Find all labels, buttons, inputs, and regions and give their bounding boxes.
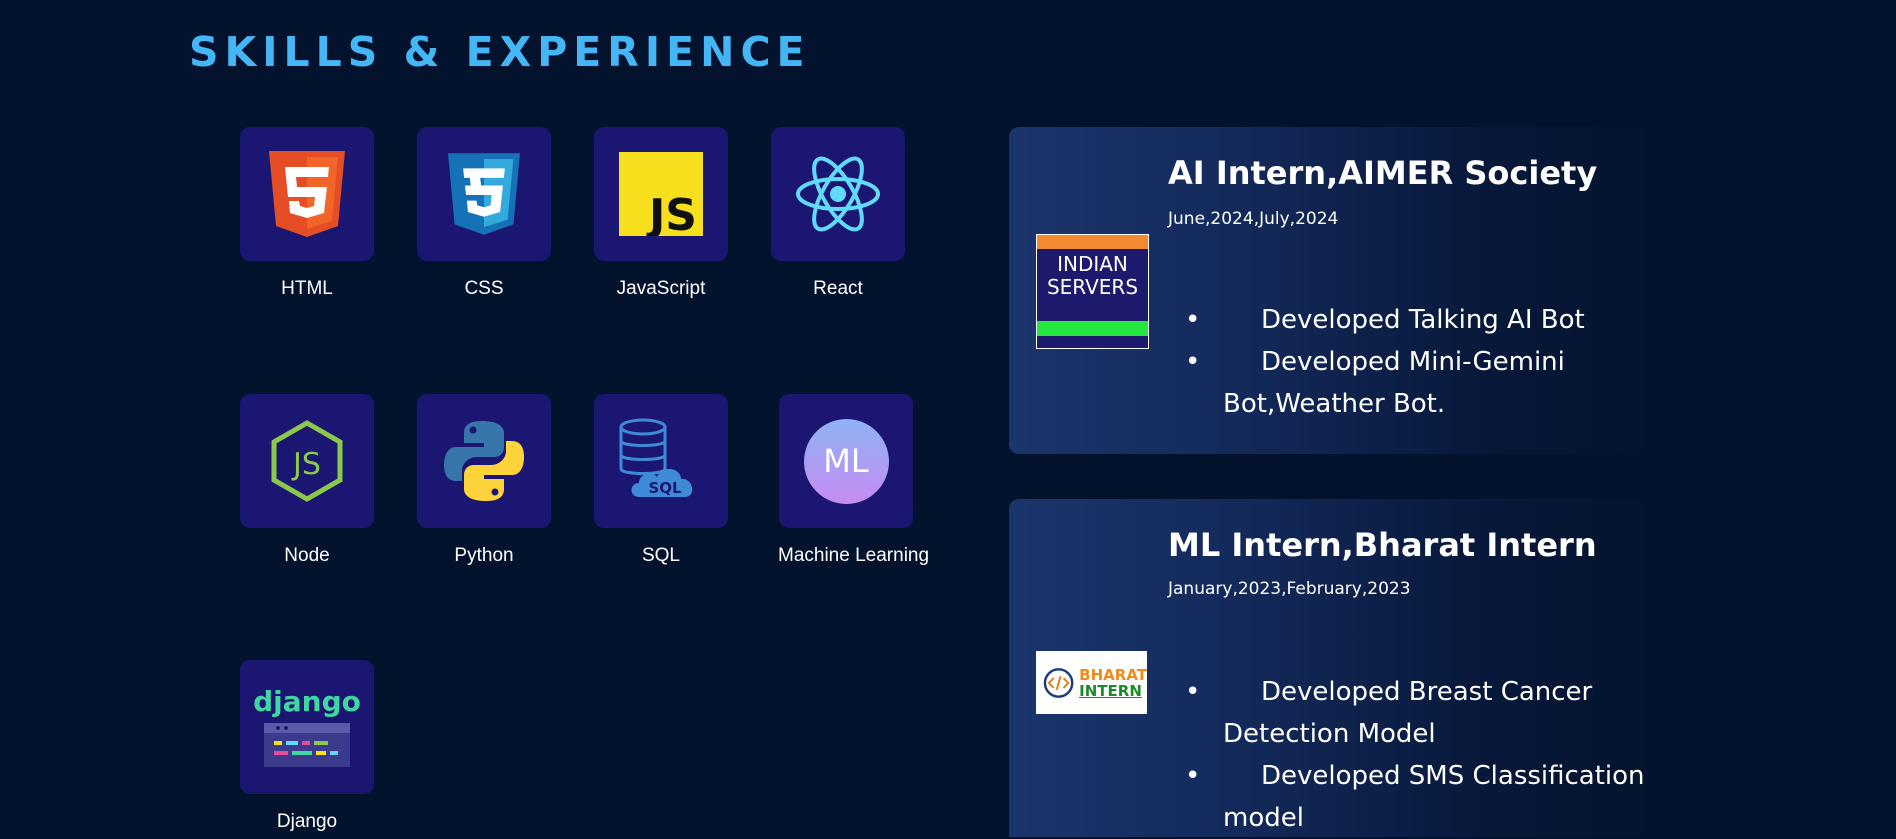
experience-role: ML Intern,Bharat Intern xyxy=(1168,526,1597,564)
logo-line: INDIAN xyxy=(1057,252,1128,276)
skill-machine-learning: ML Machine Learning xyxy=(778,394,930,567)
nodejs-icon: JS xyxy=(240,394,374,528)
section-title: SKILLS & EXPERIENCE xyxy=(189,28,811,76)
sql-database-icon: SQL xyxy=(594,394,728,528)
skill-label: JavaScript xyxy=(616,278,706,299)
experience-card-bharat: BHARAT INTERN ML Intern,Bharat Intern Ja… xyxy=(1009,499,1649,837)
experience-dates: June,2024,July,2024 xyxy=(1168,209,1339,229)
machine-learning-icon: ML xyxy=(779,394,913,528)
logo-line: BHARAT xyxy=(1079,665,1147,684)
svg-text:JS: JS xyxy=(646,190,697,236)
skill-django: django Django xyxy=(239,660,375,833)
skill-label: Django xyxy=(276,811,338,832)
indian-servers-logo: INDIAN SERVERS xyxy=(1036,234,1149,349)
html5-icon xyxy=(240,127,374,261)
ml-badge: ML xyxy=(803,418,889,504)
experience-bullets: Developed Talking AI Bot Developed Mini-… xyxy=(1185,299,1653,425)
skill-label: HTML xyxy=(281,278,333,299)
skill-node: JS Node xyxy=(239,394,375,567)
experience-card-aimer: INDIAN SERVERS AI Intern,AIMER Society J… xyxy=(1009,127,1649,454)
experience-role: AI Intern,AIMER Society xyxy=(1168,154,1598,192)
django-icon: django xyxy=(240,660,374,794)
svg-text:JS: JS xyxy=(291,447,321,482)
django-wordmark: django xyxy=(253,685,361,718)
skill-sql: SQL SQL xyxy=(593,394,729,567)
skill-label: Machine Learning xyxy=(778,545,930,566)
experience-bullet: Developed Breast Cancer Detection Model xyxy=(1185,671,1653,755)
experience-dates: January,2023,February,2023 xyxy=(1168,579,1411,599)
skill-html: HTML xyxy=(239,127,375,300)
javascript-icon: JS xyxy=(594,127,728,261)
css3-icon xyxy=(417,127,551,261)
experience-bullet: Developed SMS Classification model xyxy=(1185,755,1653,839)
skill-label: Node xyxy=(284,545,330,566)
skill-javascript: JS JavaScript xyxy=(593,127,729,300)
logo-line: INTERN xyxy=(1079,681,1142,700)
python-icon xyxy=(417,394,551,528)
experience-bullets: Developed Breast Cancer Detection Model … xyxy=(1185,671,1653,839)
logo-line: SERVERS xyxy=(1046,275,1139,299)
skill-react: React xyxy=(770,127,906,300)
skill-css: CSS xyxy=(416,127,552,300)
skill-label: CSS xyxy=(464,278,504,299)
code-icon xyxy=(1043,667,1074,698)
experience-bullet: Developed Mini-Gemini Bot,Weather Bot. xyxy=(1185,341,1653,425)
bharat-intern-logo: BHARAT INTERN xyxy=(1036,651,1147,714)
react-icon xyxy=(771,127,905,261)
skill-label: SQL xyxy=(641,545,681,566)
skill-label: Python xyxy=(454,545,514,566)
skill-label: React xyxy=(813,278,863,299)
experience-bullet: Developed Talking AI Bot xyxy=(1185,299,1653,341)
skill-python: Python xyxy=(416,394,552,567)
svg-text:SQL: SQL xyxy=(648,479,682,497)
ml-badge-text: ML xyxy=(823,442,869,480)
